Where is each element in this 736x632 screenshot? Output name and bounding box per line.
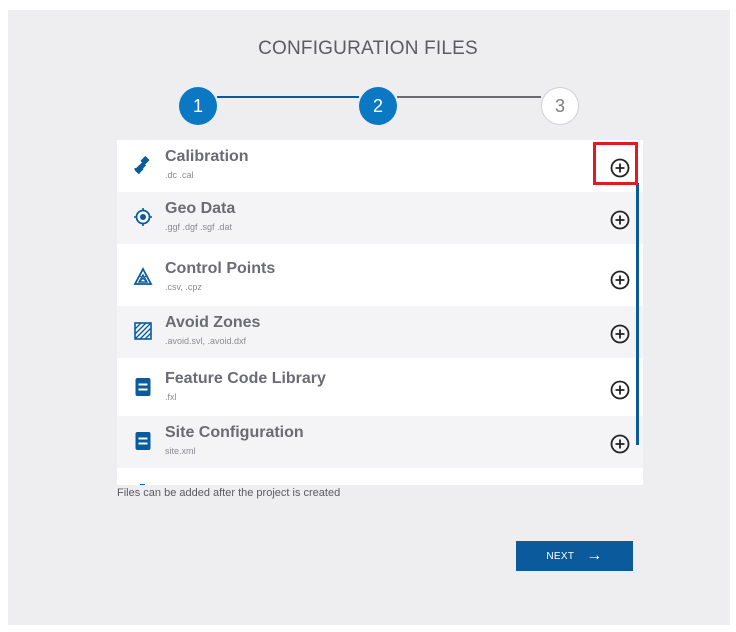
hatched-square-icon — [132, 320, 154, 342]
file-type-name: Control Points — [165, 260, 276, 277]
list-item-partial — [117, 476, 643, 485]
file-type-name: Calibration — [165, 148, 249, 165]
satellite-icon — [132, 476, 154, 485]
file-type-extensions: .dc .cal — [165, 170, 194, 180]
list-item-control-points: Control Points .csv, .cpz — [117, 252, 643, 304]
file-type-extensions: .avoid.svl, .avoid.dxf — [165, 336, 247, 346]
target-icon — [132, 206, 154, 228]
file-type-extensions: .fxl — [165, 392, 177, 402]
next-button-label: NEXT — [546, 550, 575, 562]
add-avoid-zones-button[interactable] — [609, 323, 631, 345]
document-icon — [132, 376, 154, 398]
add-feature-code-library-button[interactable] — [609, 379, 631, 401]
satellite-icon — [132, 154, 154, 176]
stepper-line-2-3 — [397, 96, 541, 98]
add-geo-data-button[interactable] — [609, 209, 631, 231]
list-item-geo-data: Geo Data .ggf .dgf .sgf .dat — [117, 192, 643, 244]
file-type-name: Feature Code Library — [165, 370, 326, 387]
list-item-feature-code-library: Feature Code Library .fxl — [117, 362, 643, 414]
step-3[interactable]: 3 — [541, 87, 579, 125]
step-2-label: 2 — [372, 95, 383, 116]
plus-circle-icon — [610, 380, 630, 400]
hint-text: Files can be added after the project is … — [117, 487, 341, 499]
plus-circle-icon — [610, 210, 630, 230]
file-type-extensions: .csv, .cpz — [165, 282, 202, 292]
file-type-name: Avoid Zones — [165, 314, 261, 331]
add-control-points-button[interactable] — [609, 269, 631, 291]
step-2[interactable]: 2 — [359, 87, 397, 125]
step-3-label: 3 — [554, 95, 565, 116]
highlight-box — [593, 142, 638, 185]
plus-circle-icon — [610, 270, 630, 290]
add-site-configuration-button[interactable] — [609, 433, 631, 455]
list-item-site-configuration: Site Configuration site.xml — [117, 416, 643, 468]
file-type-name: Geo Data — [165, 200, 236, 217]
step-1-label: 1 — [192, 95, 203, 116]
stepper-line-1-2 — [217, 96, 359, 98]
file-type-extensions: site.xml — [165, 446, 196, 456]
list-item-avoid-zones: Avoid Zones .avoid.svl, .avoid.dxf — [117, 306, 643, 358]
plus-circle-icon — [610, 434, 630, 454]
list-item-calibration: Calibration .dc .cal — [117, 140, 643, 192]
list-scrollbar[interactable] — [636, 183, 639, 445]
file-type-extensions: .ggf .dgf .sgf .dat — [165, 222, 233, 232]
plus-circle-icon — [610, 324, 630, 344]
file-type-list[interactable]: Calibration .dc .cal Geo Data .ggf .dgf … — [117, 140, 643, 485]
next-button[interactable]: NEXT → — [516, 541, 633, 571]
page-title: CONFIGURATION FILES — [258, 38, 478, 59]
document-icon — [132, 430, 154, 452]
control-points-icon — [132, 266, 154, 288]
arrow-right-icon: → — [586, 547, 603, 564]
step-1[interactable]: 1 — [179, 87, 217, 125]
file-type-name: Site Configuration — [165, 424, 304, 441]
